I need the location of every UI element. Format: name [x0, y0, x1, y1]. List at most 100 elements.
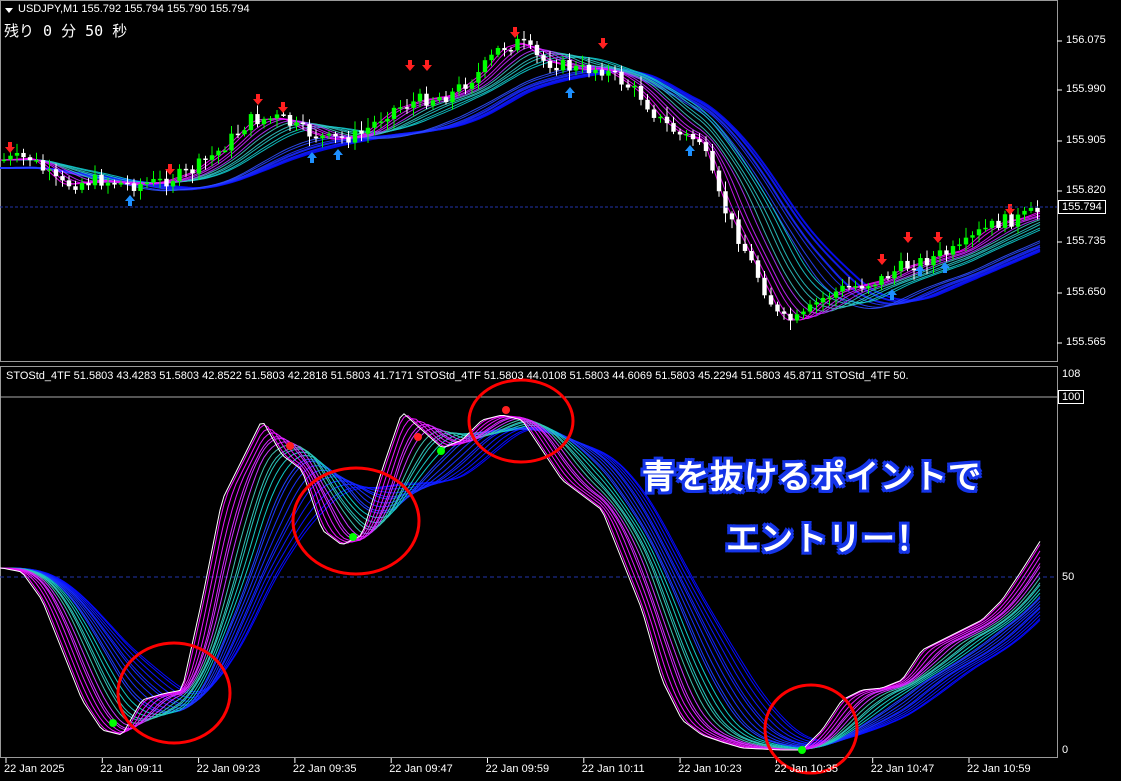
- candle-body: [846, 285, 852, 288]
- candle-body: [1, 159, 7, 162]
- candle-body: [963, 237, 969, 245]
- buy-arrow-icon: [125, 195, 135, 206]
- sell-arrow-icon: [5, 142, 15, 153]
- candle-body: [281, 114, 286, 116]
- candle-body: [749, 250, 754, 261]
- candle-body: [164, 178, 169, 187]
- candle-body: [658, 116, 663, 119]
- price-level-label: 155.650: [1066, 286, 1106, 298]
- candle-body: [313, 136, 319, 139]
- candle-body: [892, 271, 897, 279]
- candle-body: [294, 122, 299, 126]
- candle-body: [482, 60, 488, 72]
- symbol-menu-icon[interactable]: [5, 8, 13, 13]
- highlight-circles: [116, 378, 859, 775]
- candle-body: [268, 118, 273, 120]
- chart-canvas[interactable]: [0, 0, 1121, 781]
- candle-body: [957, 244, 962, 247]
- candle-body: [625, 84, 631, 88]
- candle-body: [196, 158, 202, 174]
- candle-body: [840, 285, 845, 292]
- candle-body: [177, 168, 182, 182]
- candle-body: [209, 155, 215, 160]
- candle-body: [469, 82, 475, 89]
- candle-body: [131, 183, 137, 191]
- candle-body: [476, 71, 481, 83]
- candle-body: [983, 227, 988, 230]
- candle-body: [632, 85, 637, 88]
- candle-body: [671, 123, 676, 132]
- candle-body: [944, 250, 949, 255]
- candle-body: [333, 133, 338, 137]
- candle-body: [885, 276, 891, 279]
- candle-body: [53, 169, 59, 177]
- candle-body: [716, 170, 722, 192]
- candle-body: [814, 302, 819, 305]
- time-label: 22 Jan 2025: [4, 763, 65, 775]
- candle-body: [411, 101, 416, 108]
- candle-body: [528, 40, 533, 45]
- candle-body: [151, 178, 156, 183]
- price-level-label: 155.735: [1066, 235, 1106, 247]
- candle-body: [872, 284, 878, 287]
- candle-body: [105, 182, 111, 186]
- time-label: 22 Jan 10:23: [678, 763, 742, 775]
- candle-body: [359, 130, 364, 134]
- candle-body: [222, 150, 228, 153]
- candle-body: [27, 157, 33, 161]
- candle-body: [502, 48, 507, 51]
- candle-body: [768, 295, 774, 305]
- sell-arrow-icon: [405, 60, 415, 71]
- candle-body: [417, 93, 423, 102]
- sell-arrow-icon: [510, 27, 520, 38]
- candle-body: [950, 246, 956, 255]
- candle-body: [534, 44, 540, 56]
- candle-body: [216, 150, 221, 156]
- candle-body: [924, 258, 930, 266]
- candle-body: [66, 180, 72, 187]
- candle-body: [651, 109, 657, 118]
- candle-body: [21, 152, 26, 158]
- candle-body: [866, 286, 871, 289]
- candle-body: [996, 220, 1001, 228]
- candle-body: [905, 260, 910, 269]
- ma-line: [0, 46, 1041, 318]
- candle-body: [788, 313, 793, 321]
- candle-body: [684, 133, 689, 136]
- candle-body: [125, 182, 130, 185]
- candle-body: [287, 115, 293, 126]
- candle-body: [762, 277, 767, 296]
- candle-body: [430, 100, 436, 106]
- time-label: 22 Jan 10:35: [774, 763, 839, 775]
- candle-body: [144, 182, 150, 185]
- time-label: 22 Jan 10:59: [967, 763, 1031, 775]
- candle-body: [300, 122, 306, 125]
- candle-body: [92, 174, 98, 186]
- candle-body: [320, 135, 325, 139]
- green-signal-dot: [349, 533, 357, 541]
- candle-body: [690, 133, 696, 140]
- sell-arrow-icon: [253, 94, 263, 105]
- sell-arrow-icon: [1005, 204, 1015, 215]
- candle-body: [437, 97, 442, 101]
- candle-body: [352, 130, 358, 143]
- candle-body: [989, 220, 995, 228]
- candle-body: [456, 84, 462, 92]
- buy-arrow-icon: [333, 149, 343, 160]
- candle-body: [976, 229, 982, 236]
- candle-body: [339, 136, 345, 138]
- sell-arrow-icon: [903, 232, 913, 243]
- candle-body: [515, 38, 520, 51]
- candle-body: [775, 304, 780, 312]
- candle-body: [47, 169, 52, 171]
- candle-body: [14, 152, 20, 156]
- candle-body: [86, 182, 91, 186]
- candle-body: [274, 114, 280, 119]
- time-label: 22 Jan 09:11: [100, 763, 164, 775]
- time-label: 22 Jan 10:11: [581, 763, 645, 775]
- candle-body: [677, 131, 683, 135]
- time-label: 22 Jan 10:47: [870, 763, 935, 775]
- candle-body: [970, 235, 975, 238]
- candle-body: [898, 260, 904, 272]
- candle-body: [112, 182, 117, 185]
